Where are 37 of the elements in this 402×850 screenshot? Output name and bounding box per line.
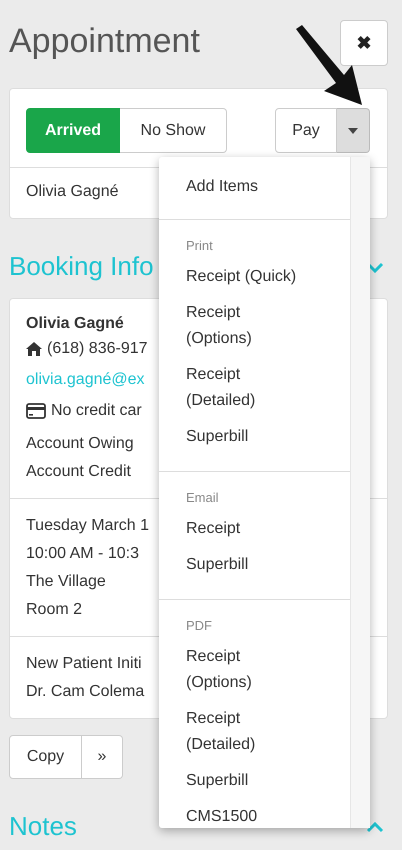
page-title: Appointment (9, 22, 200, 61)
menu-item[interactable]: Superbill (159, 763, 350, 799)
credit-card-status: No credit car (51, 402, 142, 420)
dropdown-toggle[interactable] (337, 108, 370, 153)
appointment-detail: Room 2 (26, 600, 82, 620)
account-label: Account Owing (26, 434, 134, 454)
chevron-icon[interactable] (366, 820, 384, 832)
client-name: Olivia Gagné (26, 183, 118, 201)
home-icon (26, 342, 42, 356)
phone-number: (618) 836-917 (47, 340, 148, 358)
menu-item[interactable]: Receipt (159, 511, 350, 547)
more-button[interactable]: » (82, 735, 123, 779)
service-detail: New Patient Initi (26, 654, 142, 674)
close-button[interactable]: ✖ (340, 20, 388, 66)
status-button[interactable]: No Show (120, 108, 227, 153)
menu-item[interactable]: Receipt (Detailed) (159, 357, 350, 419)
menu-item[interactable]: Superbill (159, 419, 350, 455)
menu-item[interactable]: CMS1500 (159, 799, 350, 835)
service-detail: Dr. Cam Colema (26, 682, 144, 702)
account-label: Account Credit (26, 462, 131, 482)
appointment-detail: Tuesday March 1 (26, 516, 150, 536)
menu-group-header: Email (185, 489, 220, 507)
menu-item[interactable]: Receipt (Options) (159, 639, 350, 701)
menu-item[interactable]: Receipt (Quick) (159, 259, 350, 295)
credit-card-icon (26, 403, 46, 419)
menu-item[interactable]: Add Items (159, 169, 350, 205)
menu-group-header: Print (185, 237, 214, 255)
caret-icon (348, 128, 358, 134)
client-name: Olivia Gagné (26, 315, 124, 333)
menu-item[interactable]: Receipt (Detailed) (159, 701, 350, 763)
appointment-detail: The Village (26, 572, 106, 592)
menu-item[interactable]: Receipt (Options) (159, 295, 350, 357)
copy-button[interactable]: Copy (9, 735, 82, 779)
menu-group-header: PDF (185, 617, 213, 635)
appointment-detail: 10:00 AM - 10:3 (26, 544, 139, 564)
menu-item[interactable]: Superbill (159, 547, 350, 583)
pay-button[interactable]: Pay (275, 108, 337, 153)
